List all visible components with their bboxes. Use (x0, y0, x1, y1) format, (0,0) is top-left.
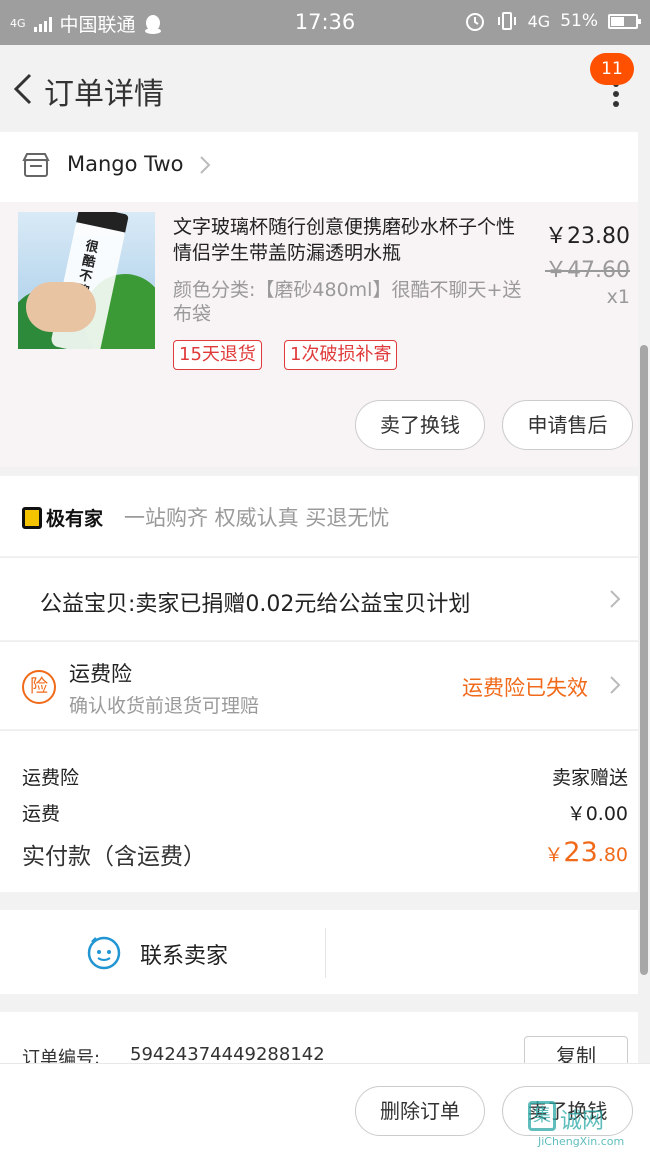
watermark-logo: 集 诚网 JiChengXin.com (528, 1101, 648, 1151)
back-arrow-icon[interactable] (8, 69, 38, 109)
charity-text: 公益宝贝:卖家已捐赠0.02元给公益宝贝计划 (40, 592, 471, 617)
summary-shipping-value: ￥0.00 (566, 803, 628, 825)
tag-damage-resend: 1次破损补寄 (284, 340, 398, 370)
shop-name[interactable]: Mango Two (67, 152, 184, 176)
data-type: 4G (527, 11, 551, 31)
summary-insurance-value: 卖家赠送 (551, 767, 628, 789)
chevron-right-icon (610, 590, 621, 608)
charity-row[interactable]: 公益宝贝:卖家已捐赠0.02元给公益宝贝计划 (0, 557, 638, 640)
promo-slogan: 一站购齐 权威认真 买退无忧 (124, 506, 390, 530)
watermark-en: JiChengXin.com (538, 1135, 625, 1148)
nav-bar: 订单详情 11 (0, 45, 650, 132)
shop-row[interactable]: Mango Two (0, 132, 638, 202)
watermark-cn: 诚网 (560, 1109, 605, 1134)
more-menu-icon[interactable] (612, 81, 620, 121)
summary-row-insurance: 运费险 卖家赠送 (22, 763, 628, 790)
shipping-insurance-row[interactable]: 险 运费险 确认收货前退货可理赔 运费险已失效 (0, 641, 638, 729)
promo-banner[interactable]: 极有家 一站购齐 权威认真 买退无忧 (0, 476, 638, 556)
promo-logo: 极有家 (22, 504, 103, 531)
summary-insurance-label: 运费险 (22, 767, 80, 789)
tag-return-policy: 15天退货 (173, 340, 262, 370)
contact-row: 联系卖家 (0, 910, 638, 994)
divider (325, 928, 326, 978)
battery-fill (611, 16, 625, 26)
insurance-status: 运费险已失效 (462, 676, 588, 700)
insurance-name: 运费险 (69, 662, 132, 686)
summary-row-total: 实付款（含运费） ￥23.80 (22, 837, 628, 871)
product-original-price: ￥47.60 (545, 258, 630, 283)
alarm-icon (465, 13, 484, 31)
home-logo-icon (22, 506, 42, 529)
order-number-value: 59424374449288142 (130, 1044, 325, 1065)
promo-logo-text: 极有家 (46, 508, 104, 530)
summary-row-shipping: 运费 ￥0.00 (22, 799, 628, 826)
total-currency: ￥ (544, 844, 564, 866)
product-title[interactable]: 文字玻璃杯随行创意便携磨砂水杯子个性情侣学生带盖防漏透明水瓶 (173, 214, 528, 266)
watermark-box: 集 (528, 1101, 556, 1131)
store-icon (22, 153, 50, 177)
payment-summary: 运费险 卖家赠送 运费 ￥0.00 实付款（含运费） ￥23.80 (0, 730, 638, 892)
product-image[interactable]: 很酷不聊天 (18, 212, 155, 349)
delete-order-button[interactable]: 删除订单 (355, 1086, 485, 1136)
sell-for-cash-button[interactable]: 卖了换钱 (355, 400, 485, 450)
product-quantity: x1 (606, 286, 630, 308)
battery-icon (608, 13, 641, 29)
status-bar: 4G 中国联通 17:36 4G 51% (0, 0, 650, 45)
page-title: 订单详情 (44, 77, 164, 112)
chevron-right-icon (610, 676, 621, 694)
product-sku: 颜色分类:【磨砂480ml】很酷不聊天+送布袋 (173, 279, 522, 325)
vibrate-icon (497, 12, 516, 30)
summary-total-label: 实付款（含运费） (22, 844, 206, 870)
product-card[interactable]: 很酷不聊天 文字玻璃杯随行创意便携磨砂水杯子个性情侣学生带盖防漏透明水瓶 颜色分… (0, 202, 638, 467)
insurance-desc: 确认收货前退货可理赔 (69, 695, 260, 717)
contact-seller-button[interactable]: 联系卖家 (140, 938, 228, 970)
after-sales-button[interactable]: 申请售后 (502, 400, 633, 450)
product-price: ￥23.80 (545, 224, 630, 249)
battery-percent: 51% (560, 11, 598, 31)
insurance-icon: 险 (22, 670, 56, 704)
total-decimal: .80 (597, 844, 628, 866)
status-right: 4G 51% (464, 10, 641, 32)
summary-total-value: ￥23.80 (544, 837, 628, 871)
message-badge[interactable]: 11 (590, 53, 634, 85)
total-integer: 23 (563, 837, 598, 868)
chevron-right-icon (200, 156, 211, 174)
scrollbar[interactable] (640, 345, 648, 975)
summary-shipping-label: 运费 (22, 803, 61, 825)
chat-bubble-icon[interactable] (86, 934, 122, 970)
